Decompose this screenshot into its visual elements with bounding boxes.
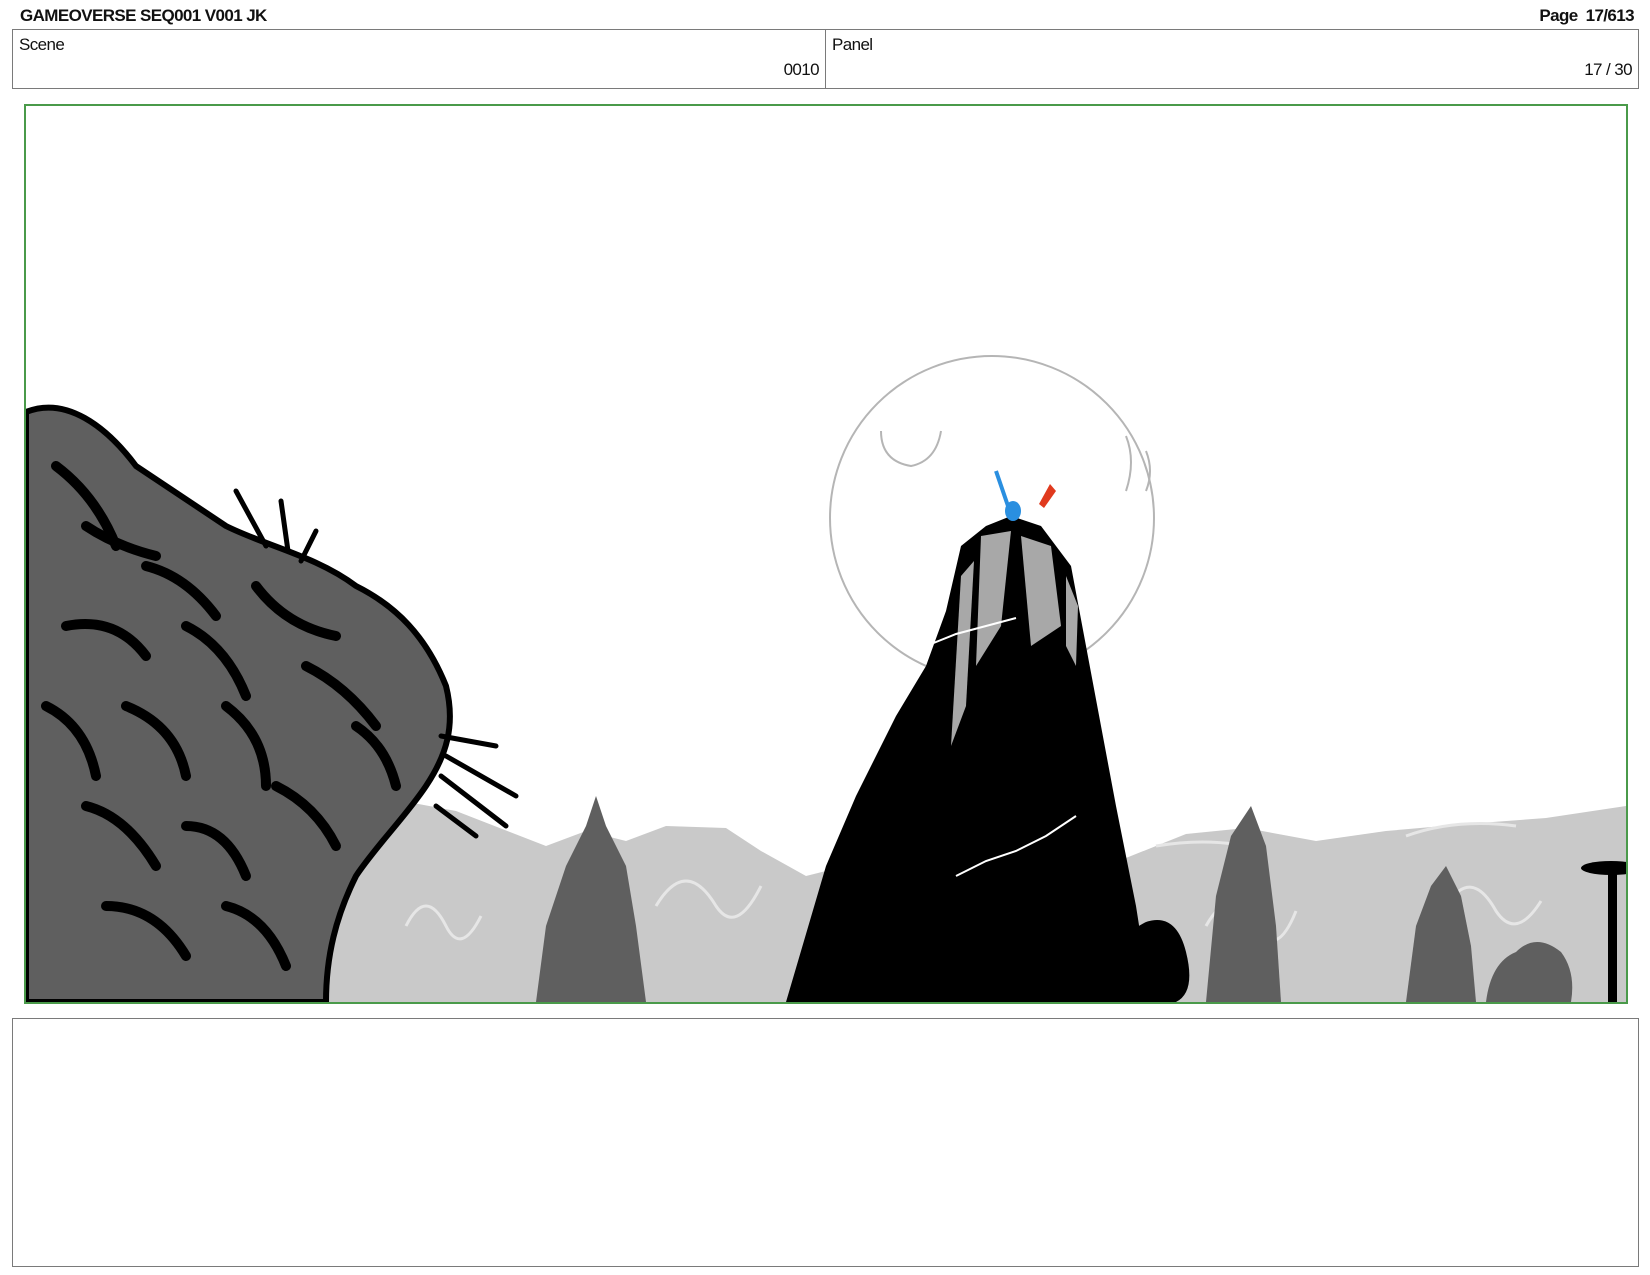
panel-value: 17 / 30 (1584, 60, 1632, 79)
panel-cell: Panel 17 / 30 (825, 30, 1638, 88)
panel-label: Panel (832, 35, 873, 54)
moon-craters (880, 430, 1151, 492)
document-title: GAMEOVERSE SEQ001 V001 JK (20, 6, 267, 25)
scene-value: 0010 (783, 60, 820, 79)
scene-label: Scene (19, 35, 65, 54)
scene-cell: Scene 0010 (13, 30, 825, 88)
red-figure (1039, 484, 1056, 508)
page-counter: Page 17/613 (1539, 6, 1634, 26)
storyboard-panel (24, 104, 1628, 1004)
blue-figure (1005, 501, 1021, 521)
page-number: 17/613 (1585, 6, 1635, 25)
page-word: Page (1539, 6, 1578, 25)
notes-box (12, 1018, 1639, 1267)
info-row: Scene 0010 Panel 17 / 30 (12, 29, 1639, 89)
blue-figure-staff (994, 470, 1010, 507)
storyboard-artwork (26, 355, 1626, 1002)
